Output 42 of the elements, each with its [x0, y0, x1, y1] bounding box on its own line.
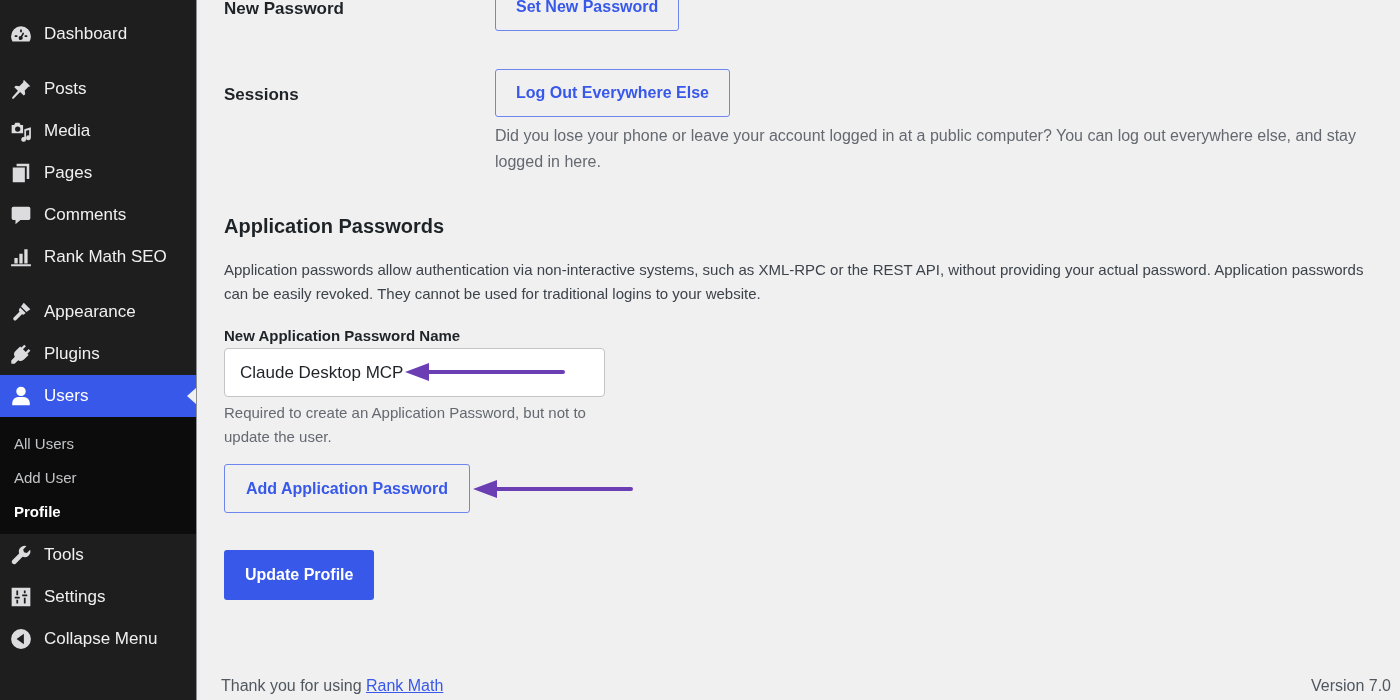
sidebar-item[interactable]: Users — [0, 375, 196, 417]
field-label: New Application Password Name — [224, 326, 461, 346]
sidebar-item[interactable]: Media — [0, 110, 196, 152]
sidebar-item[interactable]: Pages — [0, 152, 196, 194]
sliders-icon — [10, 586, 32, 608]
action-button[interactable]: Log Out Everywhere Else — [495, 69, 730, 117]
row-label: Sessions — [224, 84, 300, 103]
sidebar-item[interactable]: Appearance — [0, 291, 196, 333]
add-password-button[interactable]: Add Application Password — [224, 464, 471, 513]
submenu-item[interactable]: Profile — [0, 494, 196, 528]
help-text: Required to create an Application Password, but not to update the user. — [224, 403, 587, 447]
sidebar-item[interactable]: Tools — [0, 534, 196, 576]
circle-left-arrow-icon — [10, 628, 32, 650]
sidebar-item[interactable]: Posts — [0, 68, 196, 110]
submenu-item[interactable]: All Users — [0, 426, 196, 460]
section-heading: Application Passwords — [224, 214, 445, 239]
plug-icon — [10, 343, 32, 365]
action-button[interactable]: Set New Password — [495, 0, 680, 31]
person-icon — [10, 385, 32, 407]
section-description: Application passwords allow authentication via non-interactive systems, such as XML-RPC or the REST API, without providing your actual password. Application passwords can be easily revoked. They cannot be used for traditional logins to your website. — [224, 260, 1365, 304]
sidebar-item[interactable]: Comments — [0, 194, 196, 236]
row-label: New Password — [224, 0, 345, 17]
bar-chart-icon — [10, 246, 32, 268]
submit-button[interactable]: Update Profile — [224, 550, 375, 600]
sidebar-item[interactable]: Dashboard — [0, 13, 196, 55]
application-name-field[interactable]: Claude Desktop MCP — [224, 348, 605, 397]
sidebar-item[interactable]: Plugins — [0, 333, 196, 375]
triangle-pointer-icon — [187, 388, 196, 404]
sidebar-item[interactable]: Rank Math SEO — [0, 236, 196, 278]
stacked-pages-icon — [10, 162, 32, 184]
camera-note-icon — [10, 120, 32, 142]
collapse-menu-button[interactable]: Collapse Menu — [0, 618, 196, 660]
speech-bubble-icon — [10, 204, 32, 226]
submenu-item[interactable]: Add User — [0, 460, 196, 494]
sidebar-item[interactable]: Settings — [0, 576, 196, 618]
description-text: Did you lose your phone or leave your account logged in at a public computer? You can log out everywhere else, and stay logged in here. — [495, 126, 1357, 172]
wrench-icon — [10, 544, 32, 566]
version-text: Version 7.0 — [1310, 676, 1391, 696]
footer-credit: Thank you for using Rank Math — [221, 676, 444, 696]
paintbrush-icon — [10, 301, 32, 323]
credit-link[interactable]: Rank Math — [366, 677, 444, 694]
pushpin-icon — [10, 78, 32, 100]
